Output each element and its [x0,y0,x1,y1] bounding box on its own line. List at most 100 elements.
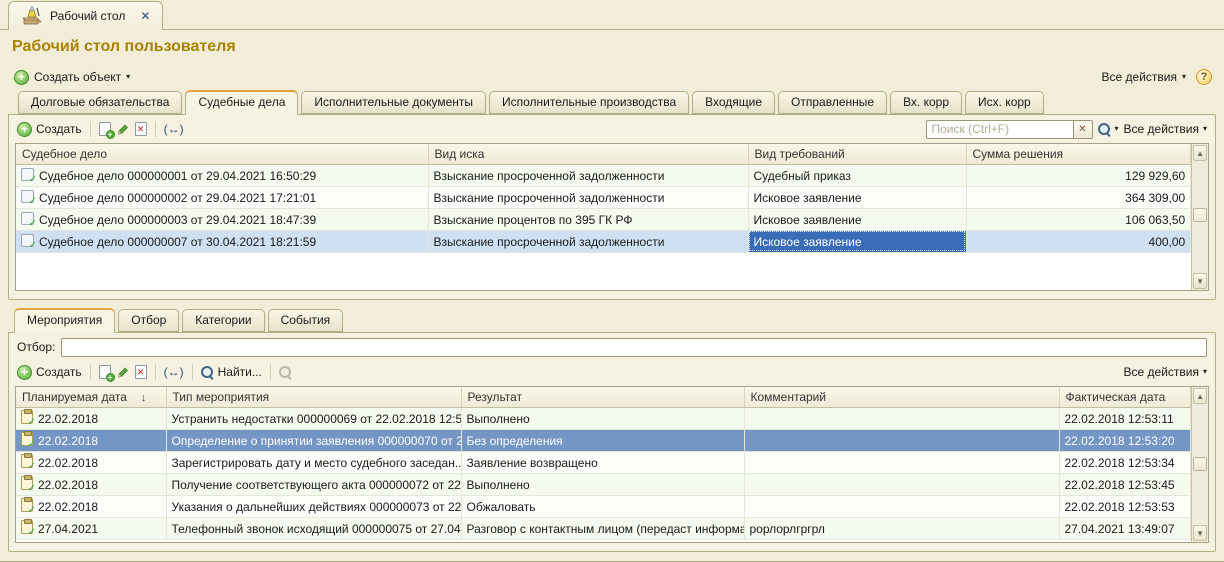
tab-kategorii[interactable]: Категории [182,309,264,332]
tab-ispolnitelnye-dokumenty[interactable]: Исполнительные документы [301,91,486,114]
search-box: ✕ [926,120,1093,139]
column-header-comment[interactable]: Комментарий [744,387,1059,407]
clipboard-check-icon: ✓ [21,476,33,490]
document-check-icon: ✓ [21,234,34,247]
desktop-icon [21,6,43,26]
find-button[interactable]: Найти... [201,365,262,379]
court-cases-panel: + Создать + ✕ (↔) [8,114,1216,300]
table-row-selected[interactable]: ✓Судебное дело 000000007 от 30.04.2021 1… [16,230,1191,252]
scrollbar-thumb[interactable] [1193,208,1207,222]
page-title: Рабочий стол пользователя [0,30,1224,64]
clipboard-check-icon: ✓ [21,454,33,468]
chevron-down-icon: ▾ [1203,368,1207,376]
create-object-label: Создать объект [34,70,121,84]
filter-input[interactable] [61,338,1207,357]
column-header-amount[interactable]: Сумма решения [966,144,1191,164]
delete-button[interactable]: ✕ [135,365,147,379]
create-button[interactable]: + Создать [17,365,82,380]
table-row[interactable]: ✓22.02.2018 Зарегистрировать дату и мест… [16,451,1191,473]
search-clear-icon[interactable]: ✕ [1074,120,1093,139]
column-header-activity-type[interactable]: Тип мероприятия [166,387,461,407]
filter-label: Отбор: [17,340,55,354]
column-header-result[interactable]: Результат [461,387,744,407]
table-row-selected[interactable]: ✓22.02.2018 Определение о принятии заявл… [16,429,1191,451]
all-actions-top-label: Все действия [1102,70,1177,84]
pencil-icon [116,365,130,379]
sort-descending-icon: ↓ [141,392,147,404]
scroll-up-icon[interactable]: ▲ [1193,145,1207,161]
search-icon [1098,123,1111,136]
chevron-down-icon: ▾ [1115,125,1119,133]
table-row[interactable]: ✓Судебное дело 000000002 от 29.04.2021 1… [16,186,1191,208]
tab-iskh-korr[interactable]: Исх. корр [965,91,1044,114]
help-button[interactable]: ? [1196,69,1212,85]
document-check-icon: ✓ [21,212,34,225]
all-actions-top-button[interactable]: Все действия ▾ [1102,70,1186,84]
tab-vkhodyashchie[interactable]: Входящие [692,91,775,114]
find-label: Найти... [218,365,262,379]
activities-table: Планируемая дата↓ Тип мероприятия Резуль… [15,386,1209,543]
all-actions-upper-label: Все действия [1124,122,1199,136]
scroll-down-icon[interactable]: ▼ [1193,525,1207,541]
activities-panel: Отбор: + Создать + ✕ [8,332,1216,552]
delete-icon: ✕ [135,365,147,379]
tab-ispolnitelnye-proizvodstva[interactable]: Исполнительные производства [489,91,689,114]
vertical-scrollbar[interactable]: ▲ ▼ [1191,387,1208,542]
column-header-actual-date[interactable]: Фактическая дата [1059,387,1191,407]
edit-button[interactable] [116,122,130,136]
tab-sudebnye-dela[interactable]: Судебные дела [185,90,298,115]
table-row[interactable]: ✓22.02.2018 Указания о дальнейших действ… [16,495,1191,517]
column-header-requirement-type[interactable]: Вид требований [748,144,966,164]
focused-cell[interactable]: Исковое заявление [748,230,966,252]
tab-otpravlennye[interactable]: Отправленные [778,91,887,114]
upper-tab-bar: Долговые обязательства Судебные дела Исп… [0,90,1224,114]
table-row[interactable]: ✓22.02.2018 Устранить недостатки 0000000… [16,407,1191,429]
document-check-icon: ✓ [21,168,34,181]
all-actions-upper-button[interactable]: Все действия ▾ [1124,122,1207,136]
toolbar-separator [155,121,156,137]
table-header-row: Планируемая дата↓ Тип мероприятия Резуль… [16,387,1191,407]
scroll-down-icon[interactable]: ▼ [1193,273,1207,289]
column-header-case[interactable]: Судебное дело [16,144,428,164]
set-interval-button[interactable]: (↔) [164,365,184,379]
tab-sobytiya[interactable]: События [268,309,344,332]
copy-icon: + [99,365,111,379]
column-header-claim-type[interactable]: Вид иска [428,144,748,164]
chevron-down-icon: ▾ [1203,125,1207,133]
table-row[interactable]: ✓Судебное дело 000000003 от 29.04.2021 1… [16,208,1191,230]
scrollbar-thumb[interactable] [1193,457,1207,471]
copy-button[interactable]: + [99,122,111,136]
tab-dolgovye-obyazatelstva[interactable]: Долговые обязательства [18,91,182,114]
create-label: Создать [36,365,82,379]
window-tab-strip: Рабочий стол ✕ [0,0,1224,30]
search-icon [201,366,214,379]
tab-meropriyatiya[interactable]: Мероприятия [14,308,115,333]
lower-tab-bar: Мероприятия Отбор Категории События [0,308,1224,332]
filter-row: Отбор: [9,333,1215,358]
column-header-planned-date[interactable]: Планируемая дата↓ [16,387,166,407]
search-menu-button[interactable]: ▾ [1098,123,1119,136]
table-row[interactable]: ✓27.04.2021 Телефонный звонок исходящий … [16,517,1191,539]
copy-button[interactable]: + [99,365,111,379]
vertical-scrollbar[interactable]: ▲ ▼ [1191,144,1208,290]
search-input[interactable] [926,120,1074,139]
scroll-up-icon[interactable]: ▲ [1193,388,1207,404]
create-object-button[interactable]: + Создать объект ▾ [14,70,130,85]
create-button[interactable]: + Создать [17,122,82,137]
table-row[interactable]: ✓22.02.2018 Получение соответствующего а… [16,473,1191,495]
delete-button[interactable]: ✕ [135,122,147,136]
close-icon[interactable]: ✕ [140,9,150,23]
set-interval-button[interactable]: (↔) [164,122,184,136]
plus-icon: + [14,70,29,85]
toolbar-separator [90,364,91,380]
window-tab-label: Рабочий стол [50,9,125,23]
edit-button[interactable] [116,365,130,379]
all-actions-lower-button[interactable]: Все действия ▾ [1124,365,1207,379]
table-row[interactable]: ✓Судебное дело 000000001 от 29.04.2021 1… [16,164,1191,186]
window-tab-desktop[interactable]: Рабочий стол ✕ [8,1,163,30]
tab-otbor[interactable]: Отбор [118,309,179,332]
tab-vkh-korr[interactable]: Вх. корр [890,91,962,114]
plus-icon: + [17,365,32,380]
cancel-search-icon [279,366,292,379]
clipboard-check-icon: ✓ [21,520,33,534]
